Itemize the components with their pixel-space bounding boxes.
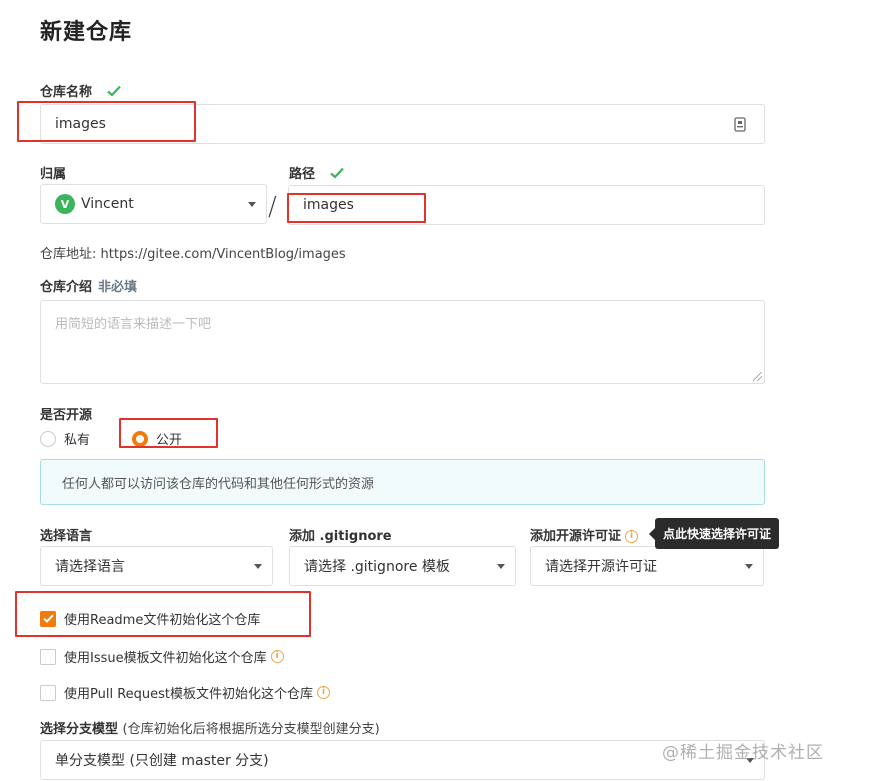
repo-name-value: images (55, 116, 106, 132)
license-tooltip: 点此快速选择许可证 (649, 518, 779, 549)
init-issue-label: 使用Issue模板文件初始化这个仓库 (64, 651, 267, 666)
caret-down-icon (497, 564, 505, 569)
init-issue-option[interactable]: 使用Issue模板文件初始化这个仓库 i (40, 647, 284, 666)
checkbox[interactable] (40, 648, 56, 665)
init-pr-option[interactable]: 使用Pull Request模板文件初始化这个仓库 i (40, 683, 331, 702)
owner-select[interactable]: V Vincent (40, 184, 267, 224)
description-label-row: 仓库介绍 非必填 (40, 276, 137, 295)
repo-name-label: 仓库名称 (40, 85, 93, 100)
branch-model-value: 单分支模型 (只创建 master 分支) (55, 753, 269, 769)
check-icon (106, 85, 121, 97)
caret-down-icon (254, 564, 262, 569)
checkbox[interactable] (40, 684, 56, 701)
optional-label: 非必填 (98, 280, 138, 295)
check-icon (329, 167, 344, 179)
description-label: 仓库介绍 (40, 280, 93, 295)
path-value: images (303, 197, 354, 213)
branch-model-hint: (仓库初始化后将根据所选分支模型创建分支) (122, 722, 380, 737)
radio-public[interactable]: 公开 (132, 429, 182, 448)
repo-name-label-row: 仓库名称 (40, 81, 121, 100)
checkmark-icon (42, 614, 54, 623)
watermark: @稀土掘金技术社区 (662, 743, 824, 763)
info-circle-icon[interactable]: i (270, 650, 284, 663)
branch-model-select[interactable]: 单分支模型 (只创建 master 分支) (40, 740, 765, 780)
radio-public-label: 公开 (156, 433, 183, 448)
info-circle-icon[interactable]: i (317, 686, 331, 699)
caret-down-icon (248, 202, 256, 207)
path-label-row: 路径 (289, 163, 344, 182)
avatar: V (55, 194, 75, 214)
gitignore-value: 请选择 .gitignore 模板 (304, 559, 450, 575)
page-title: 新建仓库 (40, 20, 133, 45)
repo-address-url: https://gitee.com/VincentBlog/images (100, 247, 346, 262)
checkbox-checked[interactable] (40, 610, 56, 627)
new-repository-page: 新建仓库 仓库名称 images 归属 V Vincent / 路径 image… (0, 0, 873, 781)
license-label-row: 添加开源许可证 i (530, 525, 639, 544)
path-input[interactable]: images (288, 185, 765, 225)
init-readme-label: 使用Readme文件初始化这个仓库 (64, 613, 261, 628)
resize-handle[interactable] (753, 372, 762, 381)
radio-button[interactable] (40, 430, 56, 447)
description-textarea[interactable]: 用简短的语言来描述一下吧 (40, 300, 765, 384)
owner-value: Vincent (81, 196, 134, 212)
description-placeholder: 用简短的语言来描述一下吧 (55, 317, 212, 332)
notice-text: 任何人都可以访问该仓库的代码和其他任何形式的资源 (62, 476, 375, 492)
language-value: 请选择语言 (55, 559, 125, 575)
init-pr-label: 使用Pull Request模板文件初始化这个仓库 (64, 687, 314, 702)
license-select[interactable]: 请选择开源许可证 (530, 546, 764, 586)
branch-model-label-row: 选择分支模型 (仓库初始化后将根据所选分支模型创建分支) (40, 718, 380, 737)
repo-name-input[interactable]: images (40, 104, 765, 144)
radio-private[interactable]: 私有 (40, 429, 90, 448)
init-readme-option[interactable]: 使用Readme文件初始化这个仓库 (40, 609, 260, 628)
id-badge-icon (734, 117, 746, 132)
branch-model-label: 选择分支模型 (40, 722, 119, 737)
info-circle-icon[interactable]: i (625, 530, 639, 543)
language-select[interactable]: 请选择语言 (40, 546, 273, 586)
visibility-notice: 任何人都可以访问该仓库的代码和其他任何形式的资源 (40, 459, 765, 505)
visibility-label: 是否开源 (40, 408, 93, 423)
gitignore-select[interactable]: 请选择 .gitignore 模板 (289, 546, 516, 586)
caret-down-icon (745, 564, 753, 569)
path-label: 路径 (289, 167, 316, 182)
radio-private-label: 私有 (64, 433, 91, 448)
repo-address-label: 仓库地址: (40, 247, 97, 262)
tooltip-text: 点此快速选择许可证 (662, 527, 771, 541)
license-label: 添加开源许可证 (530, 529, 622, 544)
gitignore-label: 添加 .gitignore (289, 529, 392, 544)
path-separator: / (268, 192, 277, 222)
license-value: 请选择开源许可证 (545, 559, 657, 575)
language-label: 选择语言 (40, 529, 93, 544)
repo-address: 仓库地址: https://gitee.com/VincentBlog/imag… (40, 243, 346, 262)
radio-button-selected[interactable] (132, 430, 148, 447)
owner-label: 归属 (40, 167, 67, 182)
